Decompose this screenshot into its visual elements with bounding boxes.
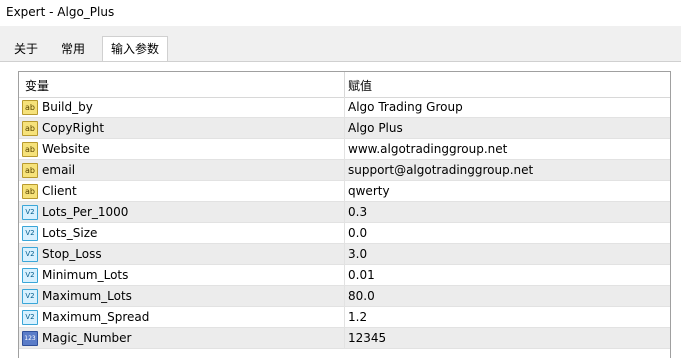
tab-inputs[interactable]: 输入参数 (102, 36, 169, 63)
column-divider[interactable] (344, 72, 345, 97)
parameter-value[interactable]: Algo Plus (348, 121, 403, 135)
column-divider (344, 118, 345, 139)
column-divider (344, 307, 345, 328)
parameter-name: email (42, 163, 76, 177)
parameter-value[interactable]: 3.0 (348, 247, 367, 261)
parameter-name: Lots_Per_1000 (42, 205, 129, 219)
string-icon: ab (22, 142, 38, 157)
parameter-value[interactable]: support@algotradinggroup.net (348, 163, 533, 177)
table-row[interactable]: ab Website www.algotradinggroup.net (19, 139, 670, 160)
parameters-table: 变量 赋值 ab Build_by Algo Trading Group ab Copy… (18, 71, 671, 358)
double-icon: V2 (22, 268, 38, 283)
parameter-value[interactable]: Algo Trading Group (348, 100, 463, 114)
double-icon: V2 (22, 247, 38, 262)
parameter-value[interactable]: www.algotradinggroup.net (348, 142, 507, 156)
table-row[interactable]: V2 Maximum_Lots 80.0 (19, 286, 670, 307)
table-row[interactable]: ab email support@algotradinggroup.net (19, 160, 670, 181)
parameter-name: Maximum_Lots (42, 289, 132, 303)
parameter-name: Lots_Size (42, 226, 98, 240)
header-variable[interactable]: 变量 (25, 77, 49, 94)
table-row[interactable]: V2 Lots_Per_1000 0.3 (19, 202, 670, 223)
parameter-name: Maximum_Spread (42, 310, 150, 324)
column-divider (344, 202, 345, 223)
table-row[interactable]: V2 Maximum_Spread 1.2 (19, 307, 670, 328)
table-header: 变量 赋值 (19, 72, 670, 98)
column-divider (344, 139, 345, 160)
table-row[interactable]: ab Build_by Algo Trading Group (19, 97, 670, 118)
column-divider (344, 160, 345, 181)
column-divider (344, 265, 345, 286)
parameter-value[interactable]: 0.01 (348, 268, 375, 282)
column-divider (344, 97, 345, 118)
parameter-name: Minimum_Lots (42, 268, 129, 282)
string-icon: ab (22, 100, 38, 115)
parameter-name: Magic_Number (42, 331, 132, 345)
inputs-panel: 变量 赋值 ab Build_by Algo Trading Group ab Copy… (0, 61, 681, 358)
parameter-value[interactable]: 80.0 (348, 289, 375, 303)
double-icon: V2 (22, 289, 38, 304)
column-divider (344, 286, 345, 307)
parameter-value[interactable]: 12345 (348, 331, 386, 345)
table-row[interactable]: V2 Stop_Loss 3.0 (19, 244, 670, 265)
string-icon: ab (22, 184, 38, 199)
parameter-name: Build_by (42, 100, 93, 114)
string-icon: ab (22, 121, 38, 136)
double-icon: V2 (22, 310, 38, 325)
window-title: Expert - Algo_Plus (6, 5, 115, 19)
string-icon: ab (22, 163, 38, 178)
column-divider (344, 181, 345, 202)
double-icon: V2 (22, 226, 38, 241)
table-row[interactable]: ab Client qwerty (19, 181, 670, 202)
table-row[interactable]: V2 Minimum_Lots 0.01 (19, 265, 670, 286)
tab-about[interactable]: 关于 (6, 38, 46, 62)
column-divider (344, 223, 345, 244)
parameter-value[interactable]: 1.2 (348, 310, 367, 324)
table-body: ab Build_by Algo Trading Group ab CopyRight A… (19, 97, 670, 349)
table-row[interactable]: ab CopyRight Algo Plus (19, 118, 670, 139)
parameter-name: Client (42, 184, 77, 198)
double-icon: V2 (22, 205, 38, 220)
tab-common[interactable]: 常用 (53, 38, 93, 62)
integer-icon: 123 (22, 331, 38, 346)
table-row[interactable]: 123 Magic_Number 12345 (19, 328, 670, 349)
parameter-name: Website (42, 142, 90, 156)
column-divider (344, 328, 345, 349)
tab-strip: 关于 常用 输入参数 (0, 26, 681, 63)
column-divider (344, 244, 345, 265)
table-row[interactable]: V2 Lots_Size 0.0 (19, 223, 670, 244)
parameter-name: Stop_Loss (42, 247, 102, 261)
parameter-value[interactable]: qwerty (348, 184, 390, 198)
header-value[interactable]: 赋值 (348, 77, 372, 94)
parameter-name: CopyRight (42, 121, 105, 135)
parameter-value[interactable]: 0.0 (348, 226, 367, 240)
parameter-value[interactable]: 0.3 (348, 205, 367, 219)
title-bar: Expert - Algo_Plus (0, 0, 681, 26)
